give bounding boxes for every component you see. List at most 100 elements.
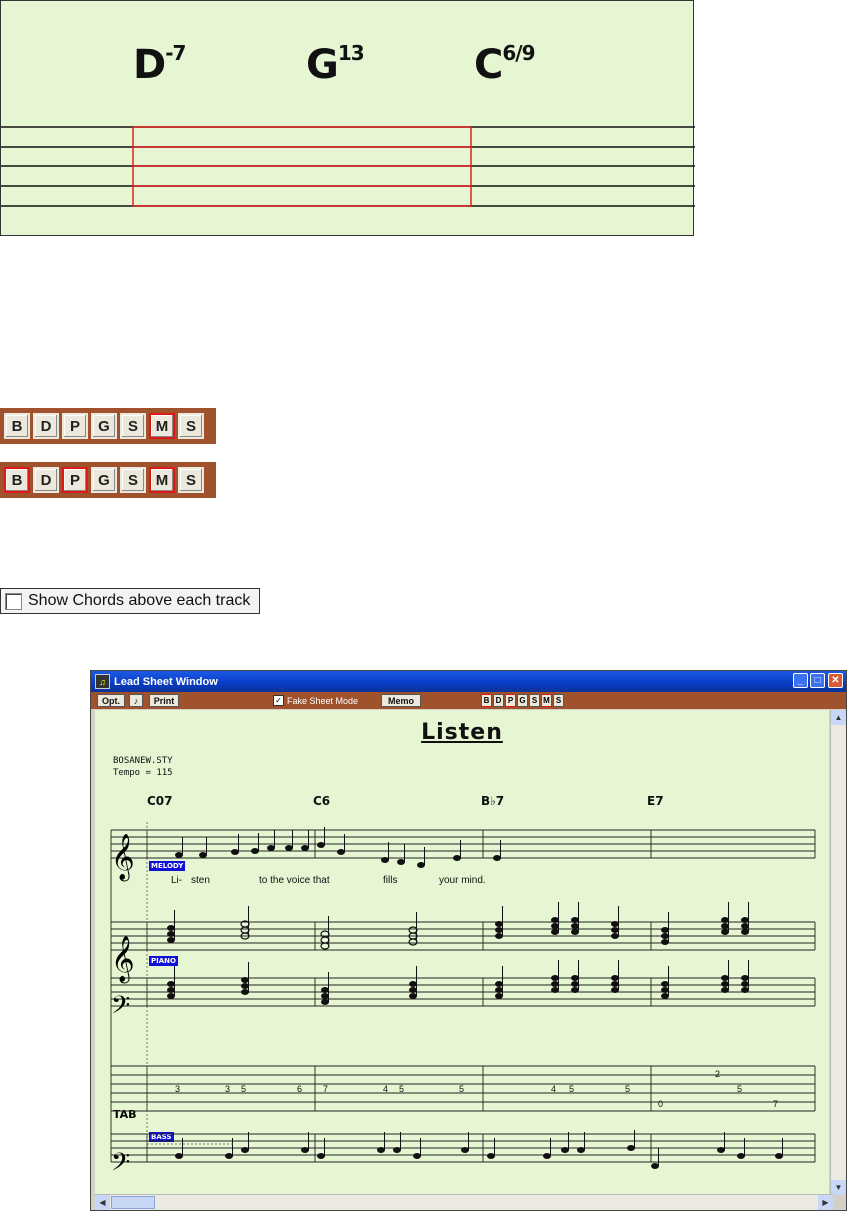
note-head	[317, 1153, 325, 1159]
note-head	[611, 927, 619, 933]
note-head	[661, 939, 669, 945]
track-button-soloist[interactable]: S	[553, 694, 564, 707]
note-head	[285, 845, 293, 851]
horizontal-scrollbar[interactable]: ◀ ▶	[95, 1194, 833, 1210]
note-head	[493, 855, 501, 861]
track-button-guitar[interactable]: G	[517, 694, 528, 707]
track-button-drums[interactable]: D	[33, 467, 59, 493]
note-head	[408, 926, 418, 934]
app-icon: ♫	[95, 674, 110, 689]
note-head	[487, 1153, 495, 1159]
note-head	[495, 981, 503, 987]
memo-button[interactable]: Memo	[381, 694, 421, 707]
track-button-guitar[interactable]: G	[91, 413, 117, 439]
note-head	[611, 933, 619, 939]
note-head	[611, 987, 619, 993]
note-head	[741, 981, 749, 987]
scroll-right-icon[interactable]: ▶	[818, 1195, 833, 1210]
note-head	[320, 942, 330, 950]
checkbox-box[interactable]	[5, 592, 22, 610]
note-head	[737, 1153, 745, 1159]
note-head	[651, 1163, 659, 1169]
track-button-strings[interactable]: S	[120, 467, 146, 493]
note-head	[721, 929, 729, 935]
bass-clef-icon: 𝄢	[111, 1148, 130, 1183]
note-head	[571, 929, 579, 935]
note-head	[661, 987, 669, 993]
note-icon[interactable]: ♪	[129, 694, 143, 707]
note-head	[721, 981, 729, 987]
track-button-soloist[interactable]: S	[178, 467, 204, 493]
track-bar-2: B D P G S M S	[0, 462, 216, 498]
title-bar[interactable]: ♫ Lead Sheet Window _ □ ✕	[91, 671, 846, 692]
note-head	[571, 975, 579, 981]
note-head	[175, 1153, 183, 1159]
note-head	[661, 993, 669, 999]
note-head	[461, 1147, 469, 1153]
track-button-drums[interactable]: D	[33, 413, 59, 439]
show-chords-checkbox[interactable]: Show Chords above each track	[0, 588, 260, 614]
note-head	[267, 845, 275, 851]
check-icon[interactable]: ✓	[273, 695, 284, 706]
toolbar: Opt. ♪ Print ✓ Fake Sheet Mode Memo B D …	[91, 692, 846, 709]
note-head	[495, 927, 503, 933]
note-head	[611, 975, 619, 981]
track-button-piano[interactable]: P	[505, 694, 516, 707]
minimize-icon[interactable]: _	[793, 673, 808, 688]
track-button-piano[interactable]: P	[62, 467, 88, 493]
note-head	[543, 1153, 551, 1159]
track-button-strings[interactable]: S	[120, 413, 146, 439]
note-head	[167, 987, 175, 993]
note-head	[721, 975, 729, 981]
track-button-melody[interactable]: M	[149, 467, 175, 493]
track-button-soloist[interactable]: S	[178, 413, 204, 439]
note-head	[167, 993, 175, 999]
note-head	[741, 987, 749, 993]
note-head	[377, 1147, 385, 1153]
note-head	[611, 981, 619, 987]
track-button-guitar[interactable]: G	[91, 467, 117, 493]
note-head	[721, 987, 729, 993]
note-head	[241, 1147, 249, 1153]
track-button-bass[interactable]: B	[481, 694, 492, 707]
track-button-melody[interactable]: M	[149, 413, 175, 439]
note-head	[453, 855, 461, 861]
note-head	[321, 987, 329, 993]
scroll-down-icon[interactable]: ▼	[831, 1180, 846, 1195]
close-icon[interactable]: ✕	[828, 673, 843, 688]
scroll-up-icon[interactable]: ▲	[831, 710, 846, 725]
note-head	[321, 999, 329, 1005]
note-head	[721, 917, 729, 923]
scrollbar-thumb[interactable]	[111, 1196, 155, 1209]
track-button-drums[interactable]: D	[493, 694, 504, 707]
selection-highlight	[132, 126, 472, 207]
note-head	[571, 981, 579, 987]
bass-clef-icon: 𝄢	[111, 991, 130, 1026]
vertical-scrollbar[interactable]: ▲ ▼	[830, 710, 846, 1195]
note-head	[661, 933, 669, 939]
chord-staff-panel: D-7 G13 C6/9	[0, 0, 695, 236]
note-head	[175, 852, 183, 858]
note-head	[320, 936, 330, 944]
fake-sheet-mode-checkbox[interactable]: ✓ Fake Sheet Mode	[273, 695, 358, 706]
note-head	[251, 848, 259, 854]
music-notation: 𝄞 𝄞 𝄢 𝄢	[110, 822, 816, 1183]
track-button-bass[interactable]: B	[4, 413, 30, 439]
scroll-left-icon[interactable]: ◀	[95, 1195, 110, 1210]
note-head	[231, 849, 239, 855]
track-button-bass[interactable]: B	[4, 467, 30, 493]
note-head	[409, 987, 417, 993]
note-head	[317, 842, 325, 848]
note-head	[551, 917, 559, 923]
note-head	[241, 983, 249, 989]
track-button-strings[interactable]: S	[529, 694, 540, 707]
note-head	[775, 1153, 783, 1159]
track-button-piano[interactable]: P	[62, 413, 88, 439]
track-button-melody[interactable]: M	[541, 694, 552, 707]
lead-sheet-area[interactable]: Listen BOSANEW.STY Tempo = 115 C07 C6 B♭…	[95, 710, 829, 1195]
note-head	[413, 1153, 421, 1159]
note-head	[301, 1147, 309, 1153]
maximize-icon[interactable]: □	[810, 673, 825, 688]
options-button[interactable]: Opt.	[97, 694, 125, 707]
print-button[interactable]: Print	[149, 694, 179, 707]
